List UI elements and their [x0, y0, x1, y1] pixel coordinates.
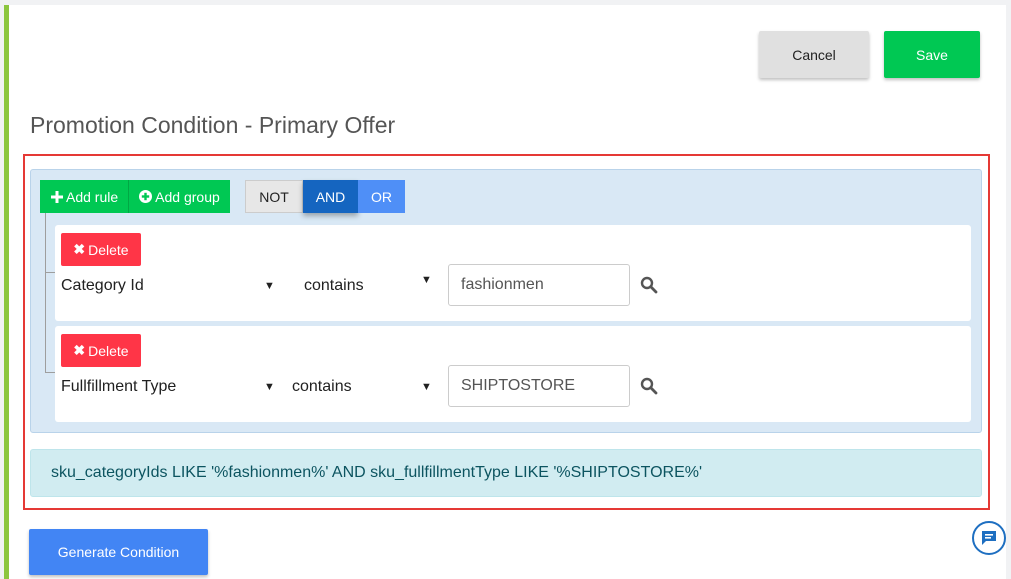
field-select-caret-icon[interactable]: ▼	[264, 381, 275, 393]
value-input[interactable]: fashionmen	[448, 264, 630, 306]
field-select[interactable]: Category Id	[61, 277, 144, 295]
field-select[interactable]: Fullfillment Type	[61, 378, 176, 396]
conjunction-or-button[interactable]: OR	[358, 180, 405, 213]
rule-row: ✖ Delete Fullfillment Type ▼ contains ▼ …	[55, 326, 971, 422]
chat-button[interactable]	[972, 521, 1006, 555]
search-icon[interactable]	[640, 276, 658, 294]
delete-label: Delete	[88, 342, 129, 359]
tree-branch	[45, 272, 55, 273]
conjunction-not-button[interactable]: NOT	[245, 180, 303, 213]
tree-branch	[45, 372, 55, 373]
add-rule-label: Add rule	[66, 188, 119, 205]
page-title: Promotion Condition - Primary Offer	[30, 112, 396, 138]
add-group-button[interactable]: Add group	[128, 180, 230, 213]
accent-bar	[4, 5, 9, 579]
plus-circle-icon	[139, 190, 153, 203]
conjunction-and-button[interactable]: AND	[303, 180, 358, 213]
search-icon[interactable]	[640, 377, 658, 395]
tree-connector	[45, 213, 46, 373]
save-button[interactable]: Save	[884, 31, 980, 78]
rule-row: ✖ Delete Category Id ▼ contains ▼ fashio…	[55, 225, 971, 321]
cancel-button[interactable]: Cancel	[759, 31, 869, 78]
generate-condition-button[interactable]: Generate Condition	[29, 529, 208, 575]
sql-output: sku_categoryIds LIKE '%fashionmen%' AND …	[30, 449, 982, 497]
delete-label: Delete	[88, 241, 129, 258]
delete-rule-button[interactable]: ✖ Delete	[61, 334, 141, 367]
plus-icon	[50, 190, 63, 203]
operator-select[interactable]: contains	[304, 277, 364, 295]
conjunction-toggle: NOT AND OR	[245, 180, 405, 213]
close-icon: ✖	[73, 342, 86, 358]
add-group-label: Add group	[155, 188, 220, 205]
delete-rule-button[interactable]: ✖ Delete	[61, 233, 141, 266]
operator-select-caret-icon[interactable]: ▼	[421, 381, 432, 393]
field-select-caret-icon[interactable]: ▼	[264, 280, 275, 292]
group-actions: Add rule Add group	[40, 180, 230, 213]
value-input[interactable]: SHIPTOSTORE	[448, 365, 630, 407]
close-icon: ✖	[73, 241, 86, 257]
operator-select-caret-icon[interactable]: ▼	[421, 274, 432, 286]
operator-select[interactable]: contains	[292, 378, 352, 396]
add-rule-button[interactable]: Add rule	[40, 180, 129, 213]
chat-icon	[982, 531, 996, 545]
